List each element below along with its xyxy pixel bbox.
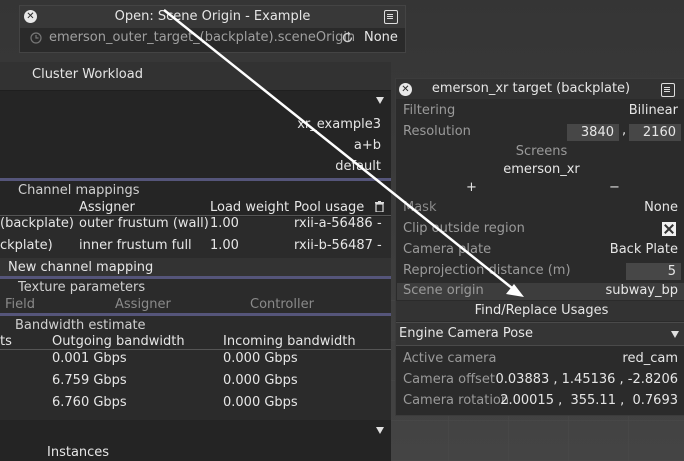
arrow-line [163, 9, 518, 293]
annotation-arrow [163, 9, 524, 297]
